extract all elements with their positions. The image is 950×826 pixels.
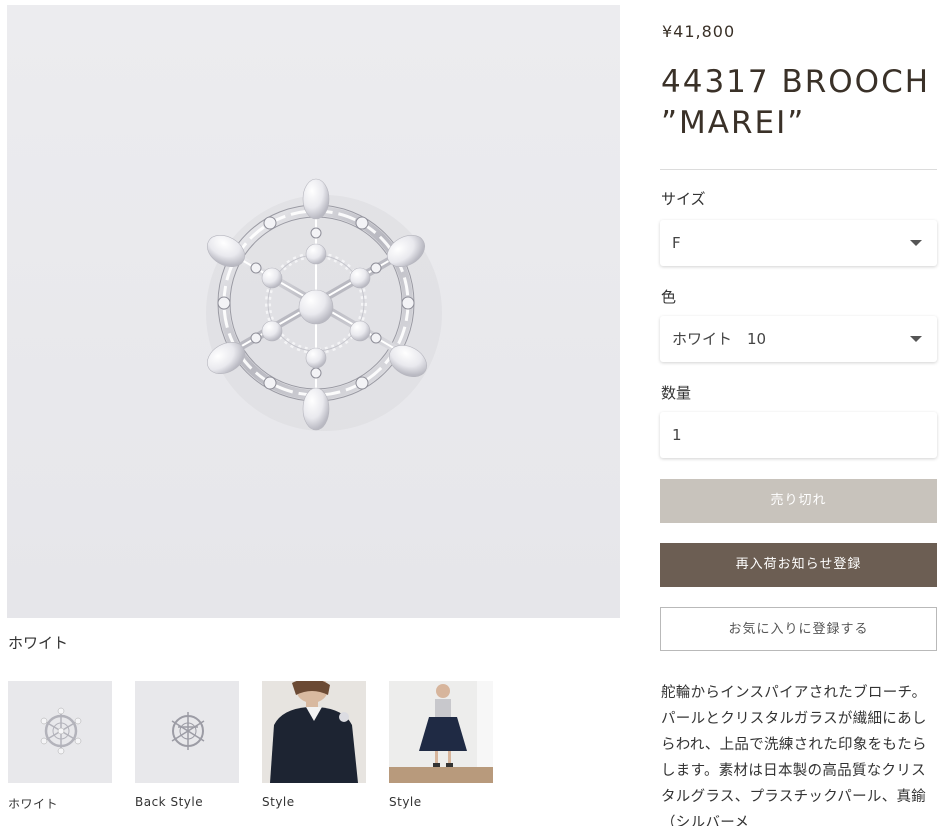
variant-caption: ホワイト (8, 634, 69, 652)
thumbnail-label: Back Style (135, 795, 204, 809)
product-description: 舵輪からインスパイアされたブローチ。パールとクリスタルガラスが繊細にあしらわれ、… (661, 685, 927, 826)
thumbnail-label: Style (389, 795, 422, 809)
main-product-image[interactable] (7, 5, 620, 618)
thumbnail-image (8, 681, 112, 783)
thumbnail-4[interactable]: Style (389, 681, 493, 809)
chevron-down-icon (910, 240, 922, 246)
color-label: 色 (661, 288, 677, 306)
quantity-value: 1 (672, 426, 682, 444)
divider (660, 169, 937, 170)
brooch-image (206, 178, 442, 431)
quantity-input[interactable]: 1 (660, 412, 937, 458)
size-selected-value: F (672, 234, 681, 252)
thumbnail-3[interactable]: Style (262, 681, 366, 809)
thumbnail-label: ホワイト (8, 797, 59, 811)
size-label: サイズ (661, 190, 706, 208)
quantity-label: 数量 (661, 384, 692, 402)
size-select[interactable]: F (660, 220, 937, 266)
color-selected-value: ホワイト 10 (672, 330, 767, 348)
color-select[interactable]: ホワイト 10 (660, 316, 937, 362)
thumbnail-image (262, 681, 366, 783)
thumbnail-image (135, 681, 239, 783)
thumbnail-2[interactable]: Back Style (135, 681, 239, 809)
thumbnail-image (389, 681, 493, 783)
price: ¥41,800 (662, 22, 736, 41)
restock-notify-button[interactable]: 再入荷お知らせ登録 (660, 543, 937, 587)
add-to-favorites-button[interactable]: お気に入りに登録する (660, 607, 937, 651)
sold-out-button[interactable]: 売り切れ (660, 479, 937, 523)
chevron-down-icon (910, 336, 922, 342)
thumbnail-1[interactable]: ホワイト (8, 681, 112, 812)
product-title: 44317 BROOCH ”MAREI” (661, 64, 931, 141)
thumbnail-label: Style (262, 795, 295, 809)
